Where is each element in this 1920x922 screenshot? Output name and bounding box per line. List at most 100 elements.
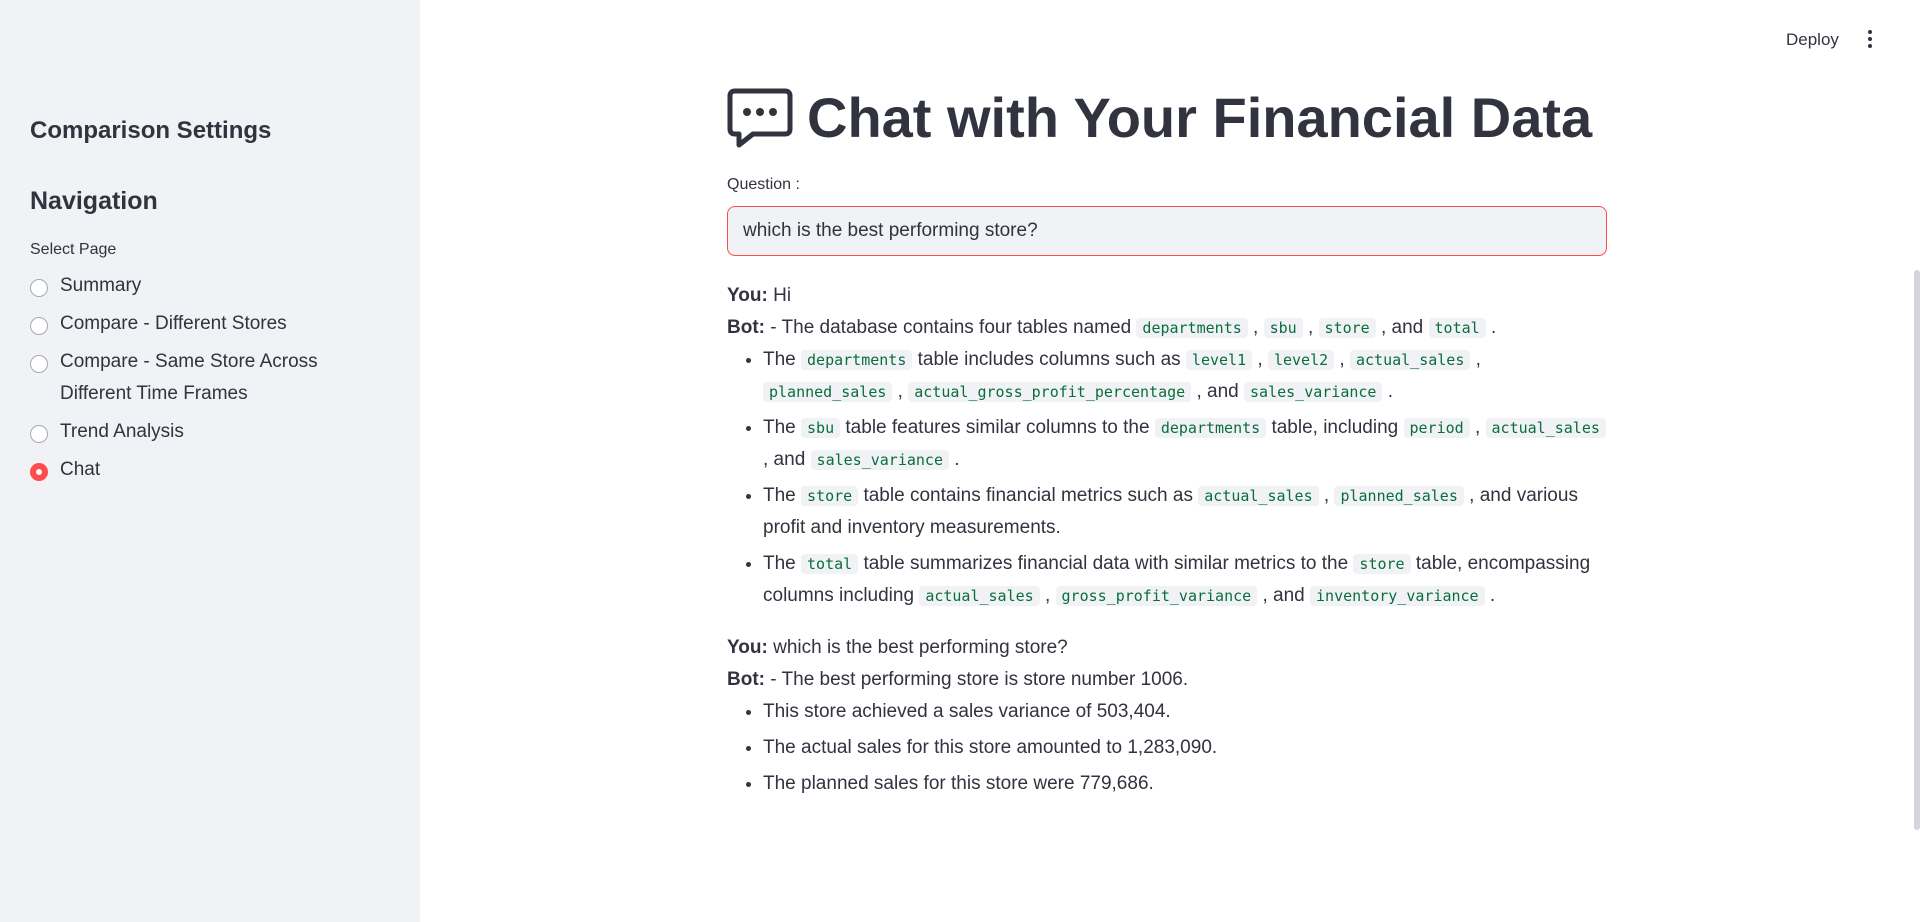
chat-message: Bot: - The best performing store is stor…: [727, 664, 1607, 696]
text: table, including: [1266, 417, 1404, 438]
inline-code: sbu: [1263, 318, 1303, 338]
radio-trend-analysis[interactable]: Trend Analysis: [30, 418, 390, 448]
text: , and: [1191, 381, 1245, 402]
question-input[interactable]: [727, 206, 1607, 256]
text: ,: [1039, 585, 1056, 606]
bot-bullet-list: This store achieved a sales variance of …: [727, 696, 1607, 800]
text: ,: [1252, 349, 1268, 370]
inline-code: level2: [1267, 350, 1335, 370]
message-text: which is the best performing store?: [767, 637, 1068, 658]
text: , and: [763, 449, 811, 470]
text: The: [763, 417, 802, 438]
text: The: [763, 349, 802, 370]
list-item: The departments table includes columns s…: [763, 344, 1607, 408]
speaker-label: You:: [727, 637, 768, 658]
text: The: [763, 485, 802, 506]
chat-history: You: Hi Bot: - The database contains fou…: [727, 280, 1607, 820]
speech-bubble-icon: [727, 88, 793, 148]
message-text: Hi: [767, 285, 792, 306]
text: table summarizes financial data with sim…: [858, 553, 1354, 574]
radio-button-selected[interactable]: [30, 463, 48, 481]
list-item: The actual sales for this store amounted…: [763, 732, 1607, 764]
kebab-menu-icon[interactable]: [1866, 30, 1874, 52]
inline-code: inventory_variance: [1310, 586, 1485, 606]
inline-code: planned_sales: [763, 382, 893, 402]
radio-label: Trend Analysis: [60, 421, 184, 442]
text: , and: [1375, 317, 1429, 338]
inline-code: store: [1353, 554, 1411, 574]
radio-label: Chat: [60, 459, 101, 480]
text: .: [1485, 317, 1497, 338]
text: table contains financial metrics such as: [858, 485, 1199, 506]
inline-code: period: [1403, 418, 1470, 438]
speaker-label: Bot:: [727, 669, 765, 690]
chat-message: You: Hi: [727, 280, 1607, 312]
scrollbar[interactable]: [1914, 270, 1920, 830]
sidebar: Comparison Settings Navigation Select Pa…: [0, 0, 420, 922]
text: ,: [892, 381, 909, 402]
inline-code: actual_sales: [1485, 418, 1606, 438]
text: ,: [1302, 317, 1319, 338]
text: ,: [1318, 485, 1335, 506]
radio-compare-different-stores[interactable]: Compare - Different Stores: [30, 310, 390, 340]
list-item: The store table contains financial metri…: [763, 480, 1607, 544]
text: ,: [1247, 317, 1264, 338]
radio-compare-same-store[interactable]: Compare - Same Store Across Different Ti…: [30, 348, 390, 410]
text: ,: [1334, 349, 1350, 370]
text: .: [948, 449, 960, 470]
radio-label: Compare - Different Stores: [60, 313, 287, 334]
list-item: The sbu table features similar columns t…: [763, 412, 1607, 476]
radio-button[interactable]: [30, 355, 48, 373]
inline-code: level1: [1185, 350, 1253, 370]
text: The: [763, 553, 802, 574]
inline-code: actual_sales: [1198, 486, 1319, 506]
radio-label: Compare - Same Store Across Different Ti…: [60, 351, 318, 404]
radio-button[interactable]: [30, 425, 48, 443]
text: table includes columns such as: [912, 349, 1186, 370]
inline-code: actual_gross_profit_percentage: [908, 382, 1192, 402]
chat-message: You: which is the best performing store?: [727, 632, 1607, 664]
inline-code: store: [1318, 318, 1376, 338]
inline-code: sbu: [801, 418, 841, 438]
message-text: - The database contains four tables name…: [764, 317, 1137, 338]
inline-code: store: [801, 486, 859, 506]
inline-code: departments: [1136, 318, 1248, 338]
radio-button[interactable]: [30, 279, 48, 297]
deploy-button[interactable]: Deploy: [1786, 30, 1839, 50]
text: .: [1382, 381, 1394, 402]
inline-code: total: [1428, 318, 1486, 338]
text: ,: [1470, 349, 1481, 370]
message-text: - The best performing store is store num…: [764, 669, 1189, 690]
list-item: This store achieved a sales variance of …: [763, 696, 1607, 728]
inline-code: actual_sales: [919, 586, 1040, 606]
text: .: [1484, 585, 1496, 606]
select-page-label: Select Page: [30, 241, 117, 258]
speaker-label: Bot:: [727, 317, 765, 338]
inline-code: sales_variance: [1244, 382, 1383, 402]
inline-code: actual_sales: [1349, 350, 1471, 370]
inline-code: sales_variance: [810, 450, 949, 470]
question-label: Question :: [727, 176, 800, 193]
page-title: Chat with Your Financial Data: [807, 86, 1593, 149]
speaker-label: You:: [727, 285, 768, 306]
radio-button[interactable]: [30, 317, 48, 335]
sidebar-nav-title: Navigation: [30, 187, 158, 215]
list-item: The planned sales for this store were 77…: [763, 768, 1607, 800]
text: table features similar columns to the: [840, 417, 1155, 438]
radio-label: Summary: [60, 275, 142, 296]
radio-chat[interactable]: Chat: [30, 456, 390, 486]
bot-bullet-list: The departments table includes columns s…: [727, 344, 1607, 612]
inline-code: planned_sales: [1334, 486, 1464, 506]
text: , and: [1257, 585, 1311, 606]
inline-code: departments: [801, 350, 913, 370]
chat-message: Bot: - The database contains four tables…: [727, 312, 1607, 344]
inline-code: departments: [1154, 418, 1267, 438]
page-radio-group: Summary Compare - Different Stores Compa…: [30, 272, 390, 494]
radio-summary[interactable]: Summary: [30, 272, 390, 302]
text: ,: [1469, 417, 1486, 438]
inline-code: gross_profit_variance: [1055, 586, 1258, 606]
inline-code: total: [801, 554, 859, 574]
title-row: Chat with Your Financial Data: [727, 85, 1592, 151]
list-item: The total table summarizes financial dat…: [763, 548, 1607, 612]
sidebar-settings-title: Comparison Settings: [30, 117, 272, 144]
